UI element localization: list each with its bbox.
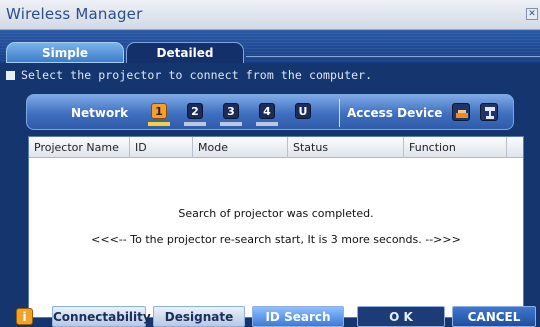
network-2-indicator <box>184 122 206 126</box>
column-mode[interactable]: Mode <box>193 137 288 158</box>
column-status[interactable]: Status <box>288 137 404 158</box>
pc-card-device-icon[interactable] <box>452 103 470 121</box>
tab-divider <box>246 56 540 57</box>
column-function[interactable]: Function <box>404 137 507 158</box>
network-3-indicator <box>220 122 242 126</box>
search-status-message: Search of projector was completed. <box>178 207 374 220</box>
instruction-label: Select the projector to connect from the… <box>21 68 373 82</box>
network-button-4[interactable]: 4 <box>259 103 275 119</box>
close-icon[interactable]: ✕ <box>526 8 538 20</box>
window-title: Wireless Manager <box>6 5 143 23</box>
tab-strip: Simple Detailed <box>0 30 540 63</box>
info-icon[interactable]: i <box>16 308 33 325</box>
ok-button[interactable]: O K <box>357 306 445 327</box>
title-bar: Wireless Manager ✕ <box>0 0 540 30</box>
instruction-text: Select the projector to connect from the… <box>6 68 372 82</box>
research-countdown-message: <<<-- To the projector re-search start, … <box>91 233 461 246</box>
access-device-label: Access Device <box>347 106 443 120</box>
column-projector-name[interactable]: Projector Name <box>29 137 130 158</box>
table-header: Projector Name ID Mode Status Function <box>29 137 523 158</box>
designate-button[interactable]: Designate <box>153 306 245 327</box>
network-button-2[interactable]: 2 <box>187 103 203 119</box>
network-button-u[interactable]: U <box>295 103 311 119</box>
button-bar: i Connectability Designate ID Search O K… <box>0 306 540 327</box>
id-search-button[interactable]: ID Search <box>252 306 344 327</box>
network-label: Network <box>71 106 129 120</box>
cancel-button[interactable]: CANCEL <box>452 306 536 327</box>
network-1-indicator <box>148 122 170 126</box>
network-4-indicator <box>256 122 278 126</box>
toolbar-separator <box>339 99 340 127</box>
network-toolbar: Network 1 2 3 4 U Access Device <box>26 94 514 130</box>
network-button-3[interactable]: 3 <box>223 103 239 119</box>
projector-table: Projector Name ID Mode Status Function S… <box>28 136 524 318</box>
network-button-1[interactable]: 1 <box>151 103 167 119</box>
bullet-icon <box>6 71 15 80</box>
main-window: Simple Detailed Select the projector to … <box>0 30 540 327</box>
usb-device-icon[interactable] <box>480 103 498 121</box>
tab-detailed[interactable]: Detailed <box>126 42 244 63</box>
column-id[interactable]: ID <box>130 137 193 158</box>
tab-simple[interactable]: Simple <box>6 42 124 63</box>
connectability-button[interactable]: Connectability <box>52 306 151 327</box>
